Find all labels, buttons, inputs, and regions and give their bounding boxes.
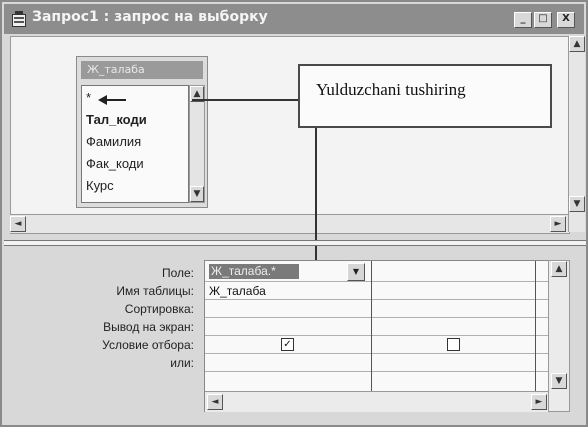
field-item-familiya[interactable]: Фамилия xyxy=(86,134,141,149)
field-item-fak-kodi[interactable]: Фак_коди xyxy=(86,156,144,171)
table-cell-col1[interactable]: Ж_талаба xyxy=(209,284,266,298)
scroll-down-icon[interactable]: ▼ xyxy=(569,196,585,212)
table-pane-horizontal-scrollbar[interactable]: ◄ ► xyxy=(10,214,568,233)
window-title: Запрос1 : запрос на выборку xyxy=(32,9,268,25)
row-label-or: или: xyxy=(170,356,194,370)
maximize-button[interactable]: □ xyxy=(534,12,552,28)
field-list[interactable]: * Тал_коди Фамилия Фак_коди Курс xyxy=(81,85,189,203)
query-design-grid[interactable]: Ж_талаба.* ▼ Ж_талаба ✓ ◄ ► xyxy=(204,260,550,412)
field-list-scroll-down-icon[interactable]: ▼ xyxy=(190,186,204,202)
grid-scroll-up-icon[interactable]: ▲ xyxy=(551,261,567,277)
title-bar: Запрос1 : запрос на выборку _ □ X xyxy=(4,4,584,34)
callout-box: Yulduzchani tushiring xyxy=(298,64,552,128)
row-label-show: Вывод на экран: xyxy=(103,320,194,334)
grid-vertical-scrollbar[interactable]: ▲ ▼ xyxy=(548,260,570,412)
field-list-scrollbar[interactable]: ▲ ▼ xyxy=(189,85,205,203)
grid-scroll-left-icon[interactable]: ◄ xyxy=(207,394,223,410)
callout-pointer-line xyxy=(192,99,298,101)
row-label-criteria: Условие отбора: xyxy=(102,338,194,352)
row-label-sort: Сортировка: xyxy=(124,302,194,316)
field-item-tal-kodi[interactable]: Тал_коди xyxy=(86,112,147,127)
scroll-up-icon[interactable]: ▲ xyxy=(569,36,585,52)
query-window-icon xyxy=(12,11,26,27)
drag-arrow-icon xyxy=(98,90,126,109)
table-pane-vertical-scrollbar[interactable]: ▲ ▼ xyxy=(568,36,585,232)
field-item-asterisk[interactable]: * xyxy=(86,90,91,105)
show-checkbox-col1[interactable]: ✓ xyxy=(281,338,294,351)
grid-horizontal-scrollbar[interactable]: ◄ ► xyxy=(205,391,549,412)
field-list-title[interactable]: Ж_талаба xyxy=(81,61,203,79)
query-window: Запрос1 : запрос на выборку _ □ X ▲ ▼ ◄ … xyxy=(0,0,588,427)
scroll-right-icon[interactable]: ► xyxy=(550,216,566,232)
field-list-window[interactable]: Ж_талаба * Тал_коди Фамилия Фак_коди Кур… xyxy=(76,56,208,208)
minimize-button[interactable]: _ xyxy=(514,12,532,28)
scroll-left-icon[interactable]: ◄ xyxy=(10,216,26,232)
callout-text: Yulduzchani tushiring xyxy=(316,80,466,99)
field-dropdown-icon[interactable]: ▼ xyxy=(347,263,365,281)
grid-scroll-down-icon[interactable]: ▼ xyxy=(551,373,567,389)
show-checkbox-col2[interactable] xyxy=(447,338,460,351)
grid-scroll-right-icon[interactable]: ► xyxy=(531,394,547,410)
callout-leader-line xyxy=(315,128,317,278)
row-label-field: Поле: xyxy=(161,266,194,280)
close-button[interactable]: X xyxy=(557,12,575,28)
field-cell-col1[interactable]: Ж_талаба.* xyxy=(209,264,299,279)
pane-splitter[interactable] xyxy=(4,240,586,246)
row-label-table: Имя таблицы: xyxy=(116,284,194,298)
field-item-kurs[interactable]: Курс xyxy=(86,178,114,193)
